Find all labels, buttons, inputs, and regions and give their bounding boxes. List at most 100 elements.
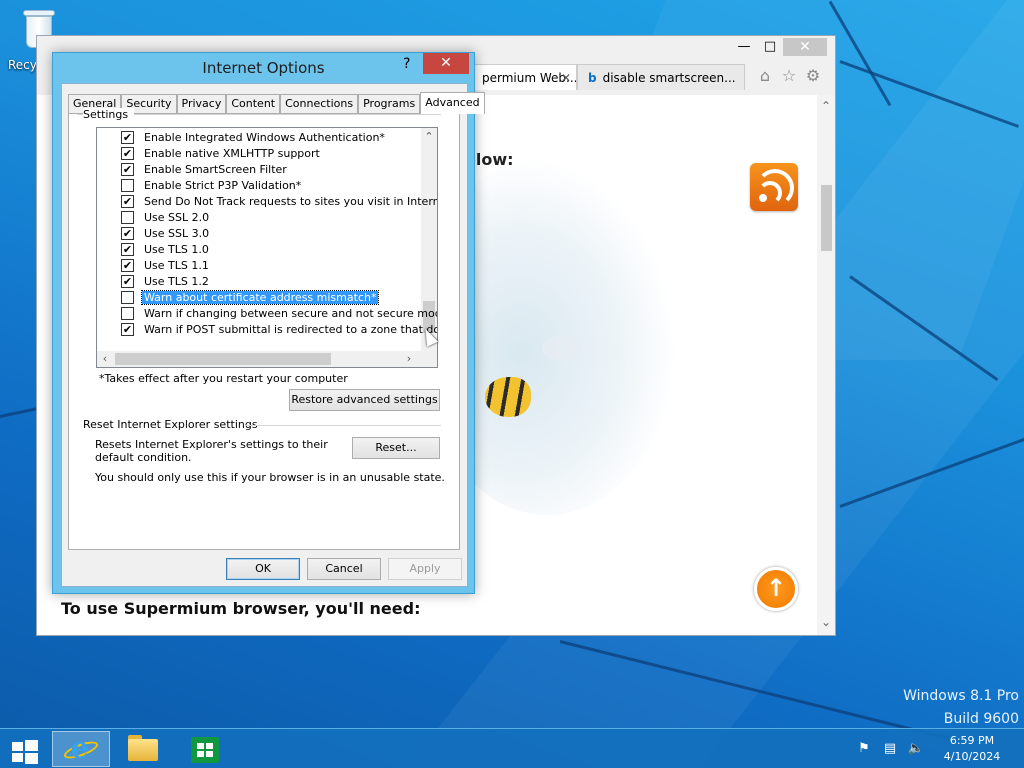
tab-label: disable smartscreen... <box>602 71 736 85</box>
clock[interactable]: 6:59 PM 4/10/2024 <box>932 733 1012 765</box>
scroll-to-top-button[interactable]: ↑ <box>754 567 798 611</box>
bing-icon: b <box>588 71 597 85</box>
setting-row[interactable]: ✔ Enable SmartScreen Filter <box>121 161 289 177</box>
setting-checkbox[interactable]: ✔ <box>121 146 134 160</box>
setting-row[interactable]: ✔ Use SSL 3.0 <box>121 225 211 241</box>
reset-warning: You should only use this if your browser… <box>95 471 445 484</box>
settings-group-line <box>135 114 441 115</box>
tab-content[interactable]: Content <box>226 94 281 114</box>
setting-label: Warn if changing between secure and not … <box>144 306 438 320</box>
tab-programs[interactable]: Programs <box>358 94 421 114</box>
dialog-body: General Security Privacy Content Connect… <box>61 83 485 587</box>
volume-muted-icon[interactable]: 🔈 <box>906 741 926 757</box>
setting-row[interactable]: ✔ Warn if POST submittal is redirected to… <box>121 321 438 337</box>
minimize-button[interactable]: — <box>731 38 757 56</box>
setting-row[interactable]: Warn if changing between secure and not … <box>121 305 438 321</box>
setting-label: Warn if POST submittal is redirected to … <box>144 322 438 336</box>
taskbar-file-explorer[interactable] <box>126 731 160 767</box>
dialog-close-button[interactable]: ✕ <box>423 53 469 74</box>
network-icon[interactable]: ▤ <box>880 741 900 757</box>
setting-label: Use TLS 1.1 <box>144 258 209 272</box>
setting-label: Use TLS 1.0 <box>144 242 209 256</box>
setting-row[interactable]: ✔ Use TLS 1.1 <box>121 257 211 273</box>
setting-row[interactable]: ✔ Send Do Not Track requests to sites you… <box>121 193 438 209</box>
setting-checkbox[interactable]: ✔ <box>121 274 134 288</box>
page-scrollbar[interactable]: ⌃ ⌄ <box>817 95 835 635</box>
setting-checkbox[interactable]: ✔ <box>121 226 134 240</box>
list-scroll-right-icon[interactable]: › <box>401 351 417 367</box>
setting-row[interactable]: ✔ Enable native XMLHTTP support <box>121 145 322 161</box>
list-hscroll-thumb[interactable] <box>115 353 331 365</box>
scroll-up-icon[interactable]: ⌃ <box>817 99 835 113</box>
apply-button[interactable]: Apply <box>388 558 462 580</box>
setting-label: Warn about certificate address mismatch* <box>140 289 380 305</box>
page-fish-image <box>485 377 531 417</box>
wallpaper-line <box>839 436 1024 508</box>
settings-list-hscrollbar[interactable]: ‹ › <box>97 351 437 367</box>
setting-row[interactable]: ✔ Use TLS 1.0 <box>121 241 211 257</box>
setting-label: Enable Integrated Windows Authentication… <box>144 130 385 144</box>
page-heading-requirements: To use Supermium browser, you'll need: <box>61 599 421 618</box>
ok-button[interactable]: OK <box>226 558 300 580</box>
cancel-button[interactable]: Cancel <box>307 558 381 580</box>
clock-time: 6:59 PM <box>949 734 995 747</box>
setting-checkbox[interactable] <box>121 306 134 320</box>
setting-label: Enable native XMLHTTP support <box>144 146 320 160</box>
tab-privacy[interactable]: Privacy <box>176 94 227 114</box>
setting-label: Send Do Not Track requests to sites you … <box>144 194 438 208</box>
folder-icon <box>128 739 158 761</box>
star-icon[interactable]: ☆ <box>779 66 799 86</box>
page-scroll-thumb[interactable] <box>821 185 832 251</box>
restart-note: *Takes effect after you restart your com… <box>99 372 348 385</box>
list-scroll-left-icon[interactable]: ‹ <box>97 351 113 367</box>
taskbar: e ⚑ ▤ 🔈 6:59 PM 4/10/2024 <box>0 728 1024 768</box>
windows-watermark: Windows 8.1 Pro Build 9600 <box>903 685 1019 731</box>
page-fish-image <box>542 335 582 361</box>
setting-row[interactable]: Use SSL 2.0 <box>121 209 211 225</box>
setting-row[interactable]: Enable Strict P3P Validation* <box>121 177 303 193</box>
setting-label: Enable SmartScreen Filter <box>144 162 287 176</box>
reset-description: Resets Internet Explorer's settings to t… <box>95 438 328 464</box>
list-scroll-up-icon[interactable]: ⌃ <box>421 130 437 143</box>
setting-label: Use TLS 1.2 <box>144 274 209 288</box>
setting-checkbox[interactable] <box>121 210 134 224</box>
setting-checkbox[interactable]: ✔ <box>121 322 134 336</box>
setting-checkbox[interactable]: ✔ <box>121 162 134 176</box>
taskbar-store[interactable] <box>188 731 222 767</box>
setting-checkbox[interactable] <box>121 178 134 192</box>
browser-tab-bing[interactable]: b disable smartscreen... <box>577 64 745 90</box>
internet-options-dialog: Internet Options ? ✕ General Security Pr… <box>52 52 485 594</box>
taskbar-internet-explorer[interactable]: e <box>52 731 110 767</box>
setting-checkbox[interactable]: ✔ <box>121 242 134 256</box>
setting-row[interactable]: ✔ Enable Integrated Windows Authenticatio… <box>121 129 387 145</box>
help-button[interactable]: ? <box>403 56 419 72</box>
settings-group-label: Settings <box>83 108 135 121</box>
setting-checkbox[interactable]: ✔ <box>121 194 134 208</box>
tab-close-icon[interactable]: ✕ <box>561 65 571 90</box>
settings-list[interactable]: ⌃ ⌄ ‹ › ✔ Enable Integrated Windows Authe… <box>96 127 438 368</box>
setting-row[interactable]: Warn about certificate address mismatch* <box>121 289 380 305</box>
setting-checkbox[interactable]: ✔ <box>121 130 134 144</box>
home-icon[interactable]: ⌂ <box>755 66 775 86</box>
advanced-panel: Settings ⌃ ⌄ ‹ › ✔ Enable Integrated Wind… <box>68 108 460 550</box>
gear-icon[interactable]: ⚙ <box>803 66 823 86</box>
browser-tab-supermium[interactable]: permium Web... ✕ <box>471 64 577 90</box>
setting-checkbox[interactable] <box>121 290 134 304</box>
tab-advanced[interactable]: Advanced <box>420 92 485 114</box>
start-button[interactable] <box>8 731 40 767</box>
system-tray: ⚑ ▤ 🔈 6:59 PM 4/10/2024 <box>854 729 1024 768</box>
restore-advanced-settings-button[interactable]: Restore advanced settings <box>289 389 440 411</box>
clock-date: 4/10/2024 <box>943 750 1001 763</box>
browser-close-button[interactable]: ✕ <box>783 38 827 56</box>
reset-group-line <box>245 425 441 426</box>
setting-checkbox[interactable]: ✔ <box>121 258 134 272</box>
reset-button[interactable]: Reset... <box>352 437 440 459</box>
flag-icon[interactable]: ⚑ <box>854 741 874 757</box>
rss-feed-icon[interactable] <box>750 163 798 211</box>
setting-label: Use SSL 3.0 <box>144 226 210 240</box>
tab-connections[interactable]: Connections <box>280 94 359 114</box>
setting-label: Enable Strict P3P Validation* <box>144 178 302 192</box>
setting-row[interactable]: ✔ Use TLS 1.2 <box>121 273 211 289</box>
scroll-down-icon[interactable]: ⌄ <box>817 615 835 629</box>
maximize-button[interactable]: □ <box>757 38 783 56</box>
